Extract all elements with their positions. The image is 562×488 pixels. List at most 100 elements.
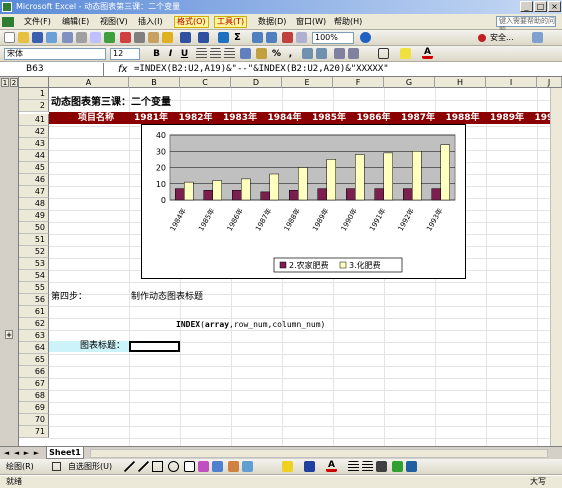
row-header[interactable]: 51 (19, 234, 49, 246)
shadow-icon[interactable] (392, 461, 403, 472)
decrease-indent-icon[interactable] (334, 48, 345, 59)
row-header[interactable]: 55 (19, 282, 49, 294)
increase-indent-icon[interactable] (348, 48, 359, 59)
year-header-cell[interactable]: 1989年 (490, 112, 524, 124)
outline-level-2[interactable]: 2 (10, 78, 18, 87)
row-header[interactable]: 43 (19, 138, 49, 150)
vertical-scrollbar[interactable] (550, 88, 562, 446)
year-header-cell[interactable]: 1981年 (134, 112, 168, 124)
oval-icon[interactable] (168, 461, 179, 472)
row-header[interactable]: 64 (19, 342, 49, 354)
email-icon[interactable] (62, 32, 73, 43)
worksheet-grid[interactable]: 1 2 + A B C D E F G H I J 1 2 41 42 43 44 45 46… (0, 77, 562, 446)
sheet-title-cell[interactable]: 动态图表第三课：二个变量 (51, 97, 171, 108)
spelling-icon[interactable] (104, 32, 115, 43)
menu-insert[interactable]: 插入(I) (136, 16, 165, 28)
col-header-h[interactable]: H (435, 77, 486, 88)
project-name-header[interactable]: 项目名称 (78, 112, 114, 124)
select-all-corner[interactable] (19, 77, 49, 88)
sheet-tab-sheet1[interactable]: Sheet1 (46, 447, 84, 459)
row-header[interactable]: 66 (19, 366, 49, 378)
draw-font-color-icon[interactable]: A (326, 461, 337, 472)
col-header-e[interactable]: E (282, 77, 333, 88)
row-header[interactable]: 2 (19, 100, 49, 112)
chart-wizard-icon[interactable] (282, 32, 293, 43)
align-center-icon[interactable] (210, 48, 221, 59)
comma-button[interactable]: , (284, 47, 297, 61)
help-search-input[interactable]: 键入需要帮助的问题 (496, 16, 556, 34)
row-header[interactable]: 63 (19, 330, 49, 342)
year-header-cell[interactable]: 1982年 (179, 112, 213, 124)
first-sheet-button[interactable]: ◄ (2, 448, 11, 458)
sort-descending-icon[interactable] (266, 32, 277, 43)
minimize-button[interactable]: _ (520, 1, 533, 12)
underline-button[interactable]: U (178, 47, 191, 61)
chart-area[interactable]: 0 10 20 30 40 1984年 1985年 1986年 1987年 1988年 1989年 1… (141, 124, 466, 279)
sort-ascending-icon[interactable] (252, 32, 263, 43)
fx-icon[interactable]: fx (118, 62, 127, 77)
row-header[interactable]: 62 (19, 318, 49, 330)
line-color-icon[interactable] (304, 461, 315, 472)
undo-icon[interactable] (180, 32, 191, 43)
year-header-cell[interactable]: 1987年 (401, 112, 435, 124)
security-button[interactable]: 安全... (490, 32, 514, 44)
menu-format[interactable]: 格式(O) (174, 16, 209, 28)
menu-data[interactable]: 数据(D) (256, 16, 288, 28)
row-header[interactable]: 67 (19, 378, 49, 390)
active-cell-b63[interactable] (129, 341, 180, 352)
col-header-j[interactable]: J (537, 77, 562, 88)
year-header-cell[interactable]: 1985年 (312, 112, 346, 124)
maximize-button[interactable]: □ (534, 1, 547, 12)
line-icon[interactable] (124, 461, 135, 472)
align-right-icon[interactable] (224, 48, 235, 59)
paste-icon[interactable] (148, 32, 159, 43)
year-header-cell[interactable]: 1986年 (357, 112, 391, 124)
col-header-i[interactable]: I (486, 77, 537, 88)
chart-title-label-cell[interactable]: 图表标题： (80, 341, 125, 352)
row-header[interactable]: 54 (19, 270, 49, 282)
col-header-c[interactable]: C (180, 77, 231, 88)
align-left-icon[interactable] (196, 48, 207, 59)
research-icon[interactable] (532, 32, 543, 43)
format-painter-icon[interactable] (162, 32, 173, 43)
menu-help[interactable]: 帮助(H) (332, 16, 364, 28)
next-sheet-button[interactable]: ► (22, 448, 31, 458)
row-header[interactable]: 47 (19, 186, 49, 198)
index-syntax-cell[interactable]: INDEX(array,row_num,column_num) (176, 319, 325, 330)
step-description-cell[interactable]: 制作动态图表标题 (131, 292, 203, 303)
step-label-cell[interactable]: 第四步： (51, 292, 87, 303)
menu-view[interactable]: 视图(V) (98, 16, 130, 28)
picture-icon[interactable] (242, 461, 253, 472)
diagram-icon[interactable] (212, 461, 223, 472)
col-header-d[interactable]: D (231, 77, 282, 88)
zoom-select[interactable]: 100% (312, 32, 354, 44)
line-style-icon[interactable] (348, 461, 359, 472)
dash-style-icon[interactable] (362, 461, 373, 472)
open-icon[interactable] (18, 32, 29, 43)
hyperlink-icon[interactable] (218, 32, 229, 43)
menu-edit[interactable]: 编辑(E) (60, 16, 91, 28)
3d-icon[interactable] (406, 461, 417, 472)
row-header[interactable]: 52 (19, 246, 49, 258)
horizontal-scrollbar[interactable] (90, 449, 548, 458)
document-icon[interactable] (2, 17, 14, 27)
currency-icon[interactable] (256, 48, 267, 59)
bold-button[interactable]: B (150, 47, 163, 61)
menu-window[interactable]: 窗口(W) (294, 16, 328, 28)
row-header[interactable]: 41 (19, 114, 49, 126)
outline-level-1[interactable]: 1 (1, 78, 9, 87)
row-header[interactable]: 68 (19, 390, 49, 402)
formula-input[interactable]: =INDEX(B2:U2,A19)&"--"&INDEX(B2:U2,A20)&… (134, 62, 389, 77)
autosum-icon[interactable]: Σ (234, 32, 245, 43)
row-header[interactable]: 61 (19, 306, 49, 318)
col-header-g[interactable]: G (384, 77, 435, 88)
rectangle-icon[interactable] (152, 461, 163, 472)
textbox-icon[interactable] (184, 461, 195, 472)
draw-menu[interactable]: 绘图(R) (6, 461, 34, 473)
col-header-f[interactable]: F (333, 77, 384, 88)
autoshapes-menu[interactable]: 自选图形(U) (68, 461, 112, 473)
row-header[interactable]: 1 (19, 88, 49, 100)
outline-expand-button[interactable]: + (5, 330, 13, 339)
arrow-icon[interactable] (138, 461, 149, 472)
row-header[interactable]: 48 (19, 198, 49, 210)
